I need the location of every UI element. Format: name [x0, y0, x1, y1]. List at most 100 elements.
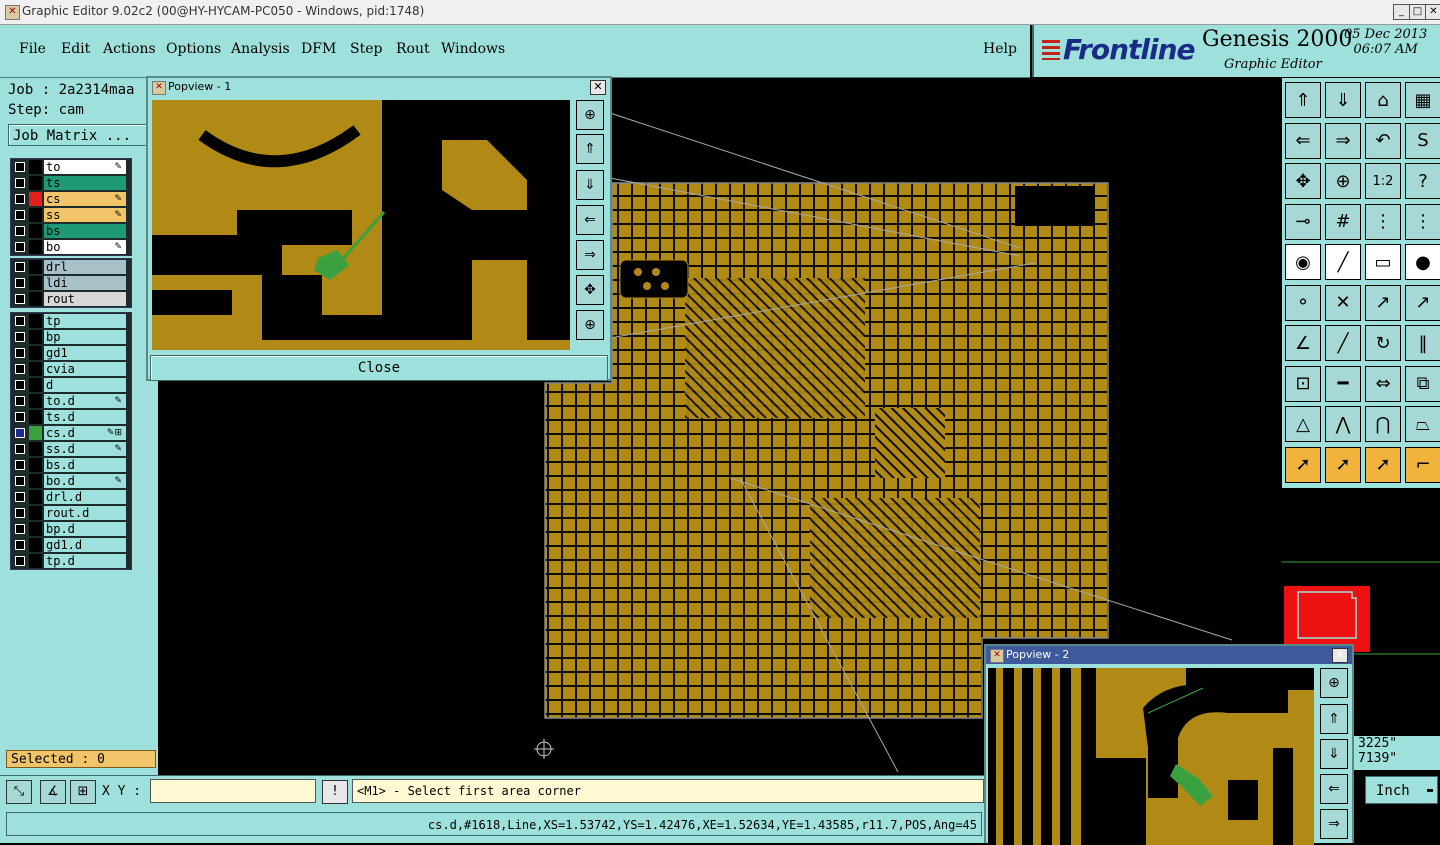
layer-color-swatch[interactable]: [29, 362, 42, 376]
layer-checkbox[interactable]: [15, 178, 25, 188]
layer-color-swatch[interactable]: [29, 394, 42, 408]
layer-name[interactable]: ss.d ✎: [44, 442, 126, 456]
minimize-button[interactable]: _: [1393, 4, 1410, 20]
grid-snap-button[interactable]: ⊞: [70, 780, 96, 804]
home-tool-button[interactable]: ⌂: [1365, 82, 1401, 118]
arc-tool-button[interactable]: ↻: [1365, 325, 1401, 361]
layer-checkbox[interactable]: [15, 364, 25, 374]
layer-checkbox[interactable]: [15, 540, 25, 550]
layer-color-swatch[interactable]: [29, 292, 42, 306]
layer-row[interactable]: tp: [11, 313, 131, 329]
pointer-tool-button[interactable]: ➚: [1285, 446, 1321, 483]
layer-checkbox[interactable]: [15, 316, 25, 326]
popview-2-close-icon[interactable]: ✕: [1332, 648, 1348, 663]
layer-color-swatch[interactable]: [29, 276, 42, 290]
redraw-tool-button[interactable]: S: [1405, 122, 1440, 159]
menu-step[interactable]: Step: [350, 41, 382, 57]
layer-color-swatch[interactable]: [29, 192, 42, 206]
angle-tool-button[interactable]: ∠: [1285, 325, 1321, 361]
menu-file[interactable]: File: [19, 41, 46, 57]
layer-color-swatch[interactable]: [29, 208, 42, 222]
layer-name[interactable]: bo.d ✎: [44, 474, 126, 488]
layer-name[interactable]: bp: [44, 330, 126, 344]
pad-edit-tool-button[interactable]: ⊡: [1285, 365, 1321, 402]
layer-row[interactable]: ss.d ✎: [11, 441, 131, 457]
layer-color-swatch[interactable]: [29, 474, 42, 488]
layer-row[interactable]: bp.d: [11, 521, 131, 537]
layer-row[interactable]: gd1: [11, 345, 131, 361]
layer-checkbox[interactable]: [15, 210, 25, 220]
layer-row[interactable]: drl: [11, 259, 131, 275]
zoom-fit-tool-button[interactable]: ✥: [1285, 163, 1321, 199]
layer-row[interactable]: ldi: [11, 275, 131, 291]
job-matrix-button[interactable]: Job Matrix ...: [8, 124, 152, 146]
layer-checkbox[interactable]: [15, 162, 25, 172]
arch-tool-button[interactable]: ⋂: [1365, 406, 1401, 442]
layer-row[interactable]: cs.d ✎⊞: [11, 425, 131, 441]
layer-color-swatch[interactable]: [29, 554, 42, 568]
peak-tool-button[interactable]: ⋀: [1325, 406, 1361, 442]
popview-2-page-up-button[interactable]: ⇑: [1320, 704, 1348, 734]
menu-help[interactable]: Help: [983, 41, 1017, 57]
layer-row[interactable]: ss ✎: [11, 207, 131, 223]
layer-checkbox[interactable]: [15, 428, 25, 438]
layer-color-swatch[interactable]: [29, 458, 42, 472]
overview-navigator[interactable]: [1282, 488, 1440, 658]
rotate-select-tool-button[interactable]: ➚: [1365, 446, 1401, 483]
layer-name[interactable]: bo ✎: [44, 240, 126, 254]
layer-row[interactable]: gd1.d: [11, 537, 131, 553]
layer-color-swatch[interactable]: [29, 426, 42, 440]
layer-row[interactable]: rout: [11, 291, 131, 307]
layer-checkbox[interactable]: [15, 242, 25, 252]
layer-row[interactable]: drl.d: [11, 489, 131, 505]
layer-checkbox[interactable]: [15, 460, 25, 470]
layer-row[interactable]: bs.d: [11, 457, 131, 473]
layer-row[interactable]: bo.d ✎: [11, 473, 131, 489]
measure-tool-button[interactable]: ▭: [1365, 244, 1401, 280]
layer-checkbox[interactable]: [15, 194, 25, 204]
maximize-button[interactable]: □: [1409, 4, 1426, 20]
layer-checkbox[interactable]: [15, 278, 25, 288]
layer-checkbox[interactable]: [15, 412, 25, 422]
layer-checkbox[interactable]: [15, 444, 25, 454]
line-draw-tool-button[interactable]: ╱: [1325, 244, 1361, 280]
layer-checkbox[interactable]: [15, 348, 25, 358]
pan-right-tool-button[interactable]: ⇒: [1325, 122, 1361, 159]
popview-1-zoom-fit-button[interactable]: ✥: [576, 275, 604, 305]
mirror-tool-button[interactable]: ‖: [1405, 325, 1440, 361]
grid-tool-button[interactable]: #: [1325, 203, 1361, 240]
popview-1-page-up-button[interactable]: ⇑: [576, 134, 604, 164]
layer-checkbox[interactable]: [15, 492, 25, 502]
layer-name[interactable]: d: [44, 378, 126, 392]
extend-tool-button[interactable]: ↗: [1405, 284, 1440, 321]
layer-checkbox[interactable]: [15, 380, 25, 390]
pad-snap-tool-button[interactable]: ◉: [1285, 244, 1321, 280]
layer-name[interactable]: ldi: [44, 276, 126, 290]
group-tool-button[interactable]: ⧉: [1405, 365, 1440, 402]
layer-row[interactable]: cvia: [11, 361, 131, 377]
layer-checkbox[interactable]: [15, 508, 25, 518]
layer-checkbox[interactable]: [15, 396, 25, 406]
popview-1-pan-right-button[interactable]: ⇒: [576, 240, 604, 270]
width-tool-button[interactable]: ⇔: [1365, 365, 1401, 402]
popview-1-page-down-button[interactable]: ⇓: [576, 170, 604, 200]
layer-name[interactable]: cvia: [44, 362, 126, 376]
layer-name[interactable]: bs.d: [44, 458, 126, 472]
layer-name[interactable]: ss ✎: [44, 208, 126, 222]
layer-name[interactable]: drl: [44, 260, 126, 274]
popview-2-pan-right-button[interactable]: ⇒: [1320, 809, 1348, 839]
layer-color-swatch[interactable]: [29, 240, 42, 254]
menu-edit[interactable]: Edit: [61, 41, 90, 57]
net-highlight-tool-button[interactable]: ⋮: [1365, 203, 1401, 240]
layer-row[interactable]: to.d ✎: [11, 393, 131, 409]
menu-actions[interactable]: Actions: [103, 41, 156, 57]
route-select-tool-button[interactable]: ⌐: [1405, 446, 1440, 483]
slope-tool-button[interactable]: ╱: [1325, 325, 1361, 361]
units-selector[interactable]: Inch ▬: [1365, 776, 1438, 804]
layer-checkbox[interactable]: [15, 262, 25, 272]
layer-row[interactable]: to ✎: [11, 159, 131, 175]
triangle-tool-button[interactable]: △: [1285, 406, 1321, 442]
ruler-tool-button[interactable]: ⊸: [1285, 203, 1321, 240]
layer-row[interactable]: cs ✎: [11, 191, 131, 207]
point-tool-button[interactable]: ●: [1405, 244, 1440, 280]
